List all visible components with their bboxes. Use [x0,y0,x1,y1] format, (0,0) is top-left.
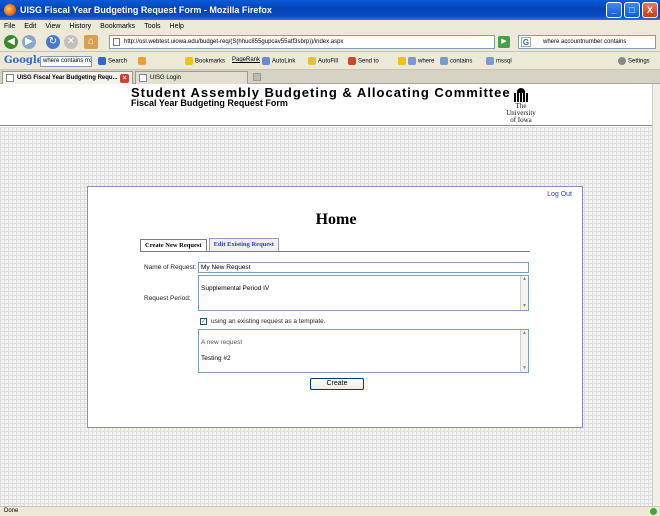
name-of-request-label: Name of Request: [144,264,197,271]
page-icon [113,38,120,46]
use-template-checkbox[interactable]: ✓ [200,318,207,325]
back-icon[interactable]: ◀ [4,35,18,49]
new-tab-button[interactable] [253,73,261,81]
template-option[interactable]: A new request [201,339,528,347]
scroll-up-icon[interactable]: ▲ [521,276,528,283]
bookmarks-button[interactable]: Bookmarks [185,57,225,65]
autolink-button[interactable]: AutoLink [262,57,295,65]
close-tab-icon[interactable]: × [120,74,129,83]
gear-icon [618,57,626,65]
page-icon [139,74,147,82]
url-text: http://osl.webtest.uiowa.edu/budget-req/… [124,39,344,45]
page-title: Home [315,211,357,228]
menu-file[interactable]: File [4,23,15,30]
page-scrollbar[interactable] [652,84,660,506]
request-period-option[interactable]: Supplemental Period IV [201,285,269,292]
mssql-button[interactable]: mssql [486,57,512,65]
find-icon [408,57,416,65]
tab-divider [140,251,530,252]
request-period-scrollbar[interactable]: ▲ ▼ [520,276,528,310]
reload-icon[interactable]: ↻ [46,35,60,49]
menu-view[interactable]: View [45,23,60,30]
request-period-label: Request Period: [144,295,191,302]
minimize-button[interactable]: _ [606,2,622,18]
star-icon [138,57,146,65]
use-template-label: using an existing request as a template. [211,318,326,325]
pagerank-button[interactable]: PageRank [232,57,260,63]
browser-tab-label: UISG Login [150,75,182,81]
form-subtitle: Fiscal Year Budgeting Request Form [131,98,288,108]
send-arrow-icon [348,57,356,65]
menu-bar: File Edit View History Bookmarks Tools H… [0,20,660,32]
template-option[interactable]: Testing #2 [201,355,528,363]
home-icon[interactable]: ⌂ [84,35,98,49]
scroll-down-icon[interactable]: ▼ [521,365,528,372]
google-toolbar: Google where contains mx Search Bookmark… [0,53,660,70]
google-search-input[interactable]: where contains mx [40,56,92,67]
forward-icon[interactable]: ▶ [22,35,36,49]
autofill-icon [308,57,316,65]
navigation-toolbar: ◀ ▶ ↻ ✕ ⌂ http://osl.webtest.uiowa.edu/b… [0,32,660,52]
page-icon [6,74,14,82]
logout-link[interactable]: Log Out [547,191,572,198]
template-request-list[interactable]: A new request Testing #2 ▲ ▼ [198,329,529,373]
web-page: Student Assembly Budgeting & Allocating … [0,84,652,506]
scroll-up-icon[interactable]: ▲ [521,330,528,337]
scroll-down-icon[interactable]: ▼ [521,303,528,310]
bookmark-star-icon [185,57,193,65]
highlighter-icon [398,57,406,65]
old-capitol-icon [513,88,529,102]
browser-tab-budgeting[interactable]: UISG Fiscal Year Budgeting Requ... × [2,71,133,84]
settings-button[interactable]: Settings [618,57,650,65]
menu-history[interactable]: History [69,23,91,30]
go-icon[interactable]: ▶ [498,36,510,48]
browser-tab-strip: UISG Fiscal Year Budgeting Requ... × UIS… [0,70,660,84]
stop-icon[interactable]: ✕ [64,35,78,49]
request-name-input[interactable]: My New Request [198,262,529,273]
search-bar[interactable]: G where accountnumber contains [518,35,656,49]
status-text: Done [4,508,19,514]
google-search-icon: G [521,37,531,47]
status-icon [650,508,657,515]
autolink-icon [262,57,270,65]
page-background: Log Out Home Create New Request Edit Exi… [0,127,652,506]
browser-tab-login[interactable]: UISG Login [135,71,248,84]
home-panel: Log Out Home Create New Request Edit Exi… [87,186,583,428]
where-button[interactable]: where [398,57,434,65]
request-tabs: Create New Request Edit Existing Request [140,238,281,252]
request-period-list[interactable]: Supplemental Period IV ▲ ▼ [198,275,529,311]
menu-tools[interactable]: Tools [144,23,160,30]
google-search-button[interactable]: Search [98,57,127,65]
close-button[interactable]: X [642,2,658,18]
university-logo: The University of Iowa [496,88,546,124]
template-list-scrollbar[interactable]: ▲ ▼ [520,330,528,372]
window-title: UISG Fiscal Year Budgeting Request Form … [20,5,272,15]
firefox-icon [4,4,16,16]
google-logo: Google [4,55,44,66]
menu-bookmarks[interactable]: Bookmarks [100,23,135,30]
contains-button[interactable]: contains [440,57,472,65]
status-bar: Done [0,506,660,516]
window-titlebar: UISG Fiscal Year Budgeting Request Form … [0,0,660,20]
maximize-button[interactable]: □ [624,2,640,18]
page-header: Student Assembly Budgeting & Allocating … [0,84,652,126]
send-to-button[interactable]: Send to [348,57,379,65]
menu-edit[interactable]: Edit [24,23,36,30]
autofill-button[interactable]: AutoFill [308,57,338,65]
search-bar-text: where accountnumber contains [543,39,627,45]
google-g-icon [98,57,106,65]
menu-help[interactable]: Help [170,23,184,30]
tab-edit-existing-request[interactable]: Edit Existing Request [208,238,279,251]
browser-tab-label: UISG Fiscal Year Budgeting Requ... [17,75,118,81]
url-bar[interactable]: http://osl.webtest.uiowa.edu/budget-req/… [109,35,495,49]
create-button[interactable]: Create [310,378,364,390]
find-icon [486,57,494,65]
find-icon [440,57,448,65]
pagerank-icon-button[interactable] [138,57,148,65]
